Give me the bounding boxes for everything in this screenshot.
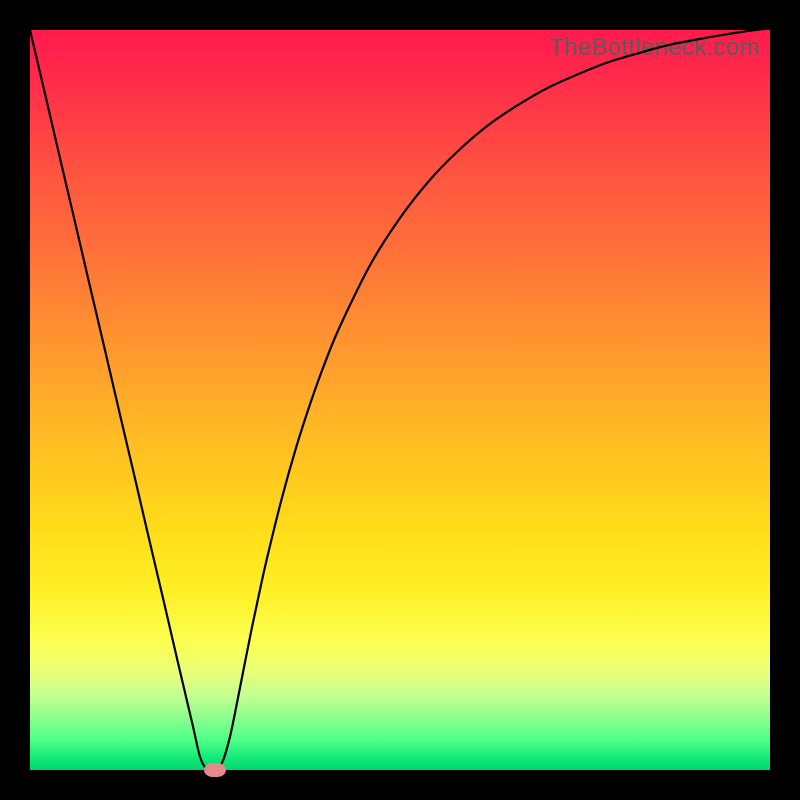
minimum-marker [204,763,226,777]
chart-frame: TheBottleneck.com [0,0,800,800]
bottleneck-curve [30,30,770,770]
plot-area: TheBottleneck.com [30,30,770,770]
